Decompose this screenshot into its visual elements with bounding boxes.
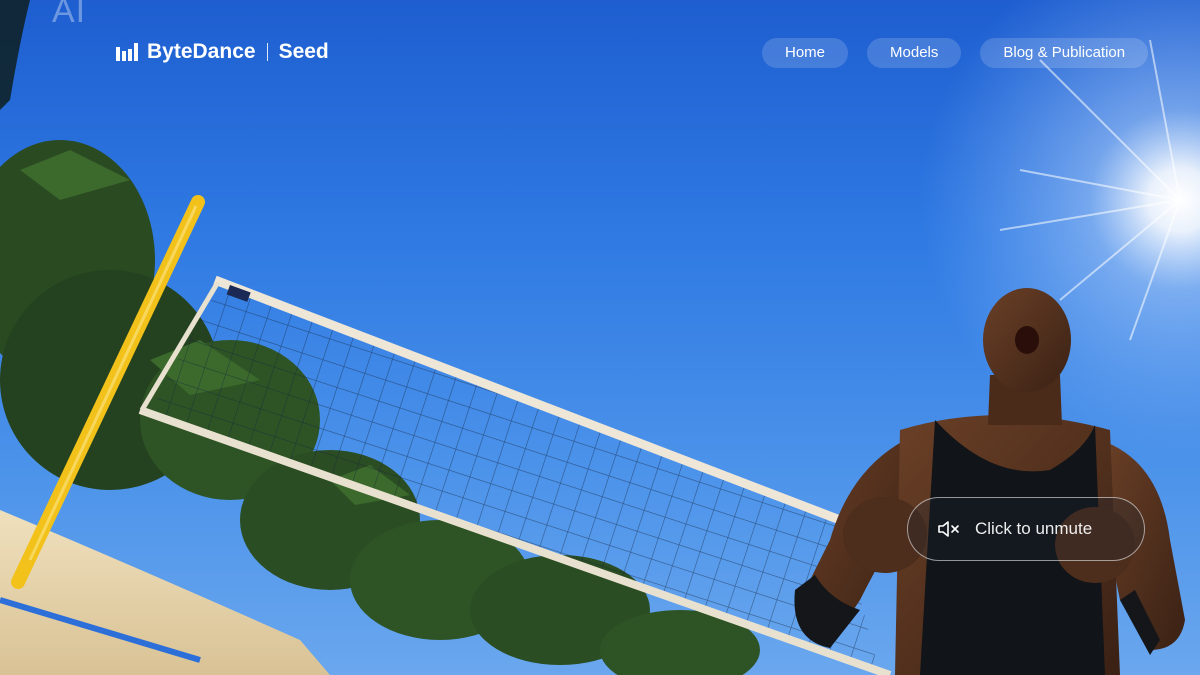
- video-frame: [0, 0, 1200, 675]
- speaker-muted-icon: [938, 521, 959, 537]
- bytedance-logo-icon: [116, 43, 138, 61]
- brand-name: ByteDance: [147, 40, 256, 63]
- top-nav: Home Models Blog & Publication: [762, 38, 1149, 68]
- nav-blog-publication[interactable]: Blog & Publication: [980, 38, 1149, 68]
- brand-logo[interactable]: ByteDance Seed: [116, 38, 329, 66]
- brand-product: Seed: [278, 40, 329, 63]
- hero-video: AI ByteDance Seed Home Models Blog & Pub…: [0, 0, 1200, 675]
- unmute-button[interactable]: Click to unmute: [907, 497, 1145, 561]
- nav-home[interactable]: Home: [762, 38, 849, 68]
- unmute-label: Click to unmute: [975, 519, 1093, 538]
- ai-watermark: AI: [52, 0, 87, 30]
- logo-divider: [266, 43, 268, 61]
- nav-models[interactable]: Models: [867, 38, 962, 68]
